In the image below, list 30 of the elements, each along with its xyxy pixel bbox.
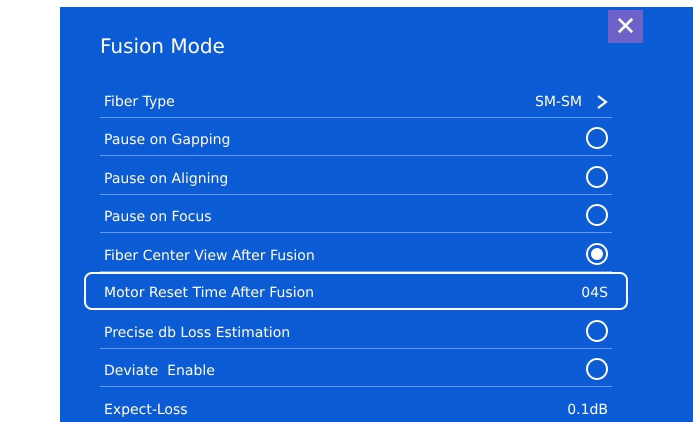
setting-label: Fiber Center View After Fusion [104,246,315,266]
radio-button[interactable] [586,242,608,264]
dialog-title: Fusion Mode [100,33,226,59]
radio-button[interactable] [586,320,608,342]
setting-label: Deviate Enable [104,362,215,381]
setting-value: SM-SM [535,92,582,112]
close-button[interactable]: ✕ [608,10,643,43]
settings-row[interactable]: Deviate Enable [100,348,612,387]
settings-row[interactable]: Fiber Type SM-SM [100,79,612,118]
settings-row[interactable]: Motor Reset Time After Fusion 04S [84,272,628,310]
settings-row[interactable]: Fiber Center View After Fusion [100,233,612,272]
chevron-right-icon [596,94,608,110]
setting-label: Pause on Focus [104,208,212,227]
radio-button[interactable] [586,127,608,149]
settings-row[interactable]: Pause on Aligning [100,156,612,194]
radio-button[interactable] [586,166,608,188]
setting-label: Expect-Loss [104,400,188,420]
settings-row[interactable]: Expect-Loss 0.1dB [100,387,612,422]
setting-value: 0.1dB [567,400,608,420]
setting-label: Pause on Gapping [104,131,230,150]
setting-label: Fiber Type [104,92,175,112]
radio-button[interactable] [586,358,608,380]
radio-button[interactable] [586,204,608,226]
setting-label: Motor Reset Time After Fusion [104,284,314,303]
setting-label: Pause on Aligning [104,170,228,188]
setting-value: 04S [581,284,608,303]
settings-row[interactable]: Pause on Gapping [100,118,612,156]
setting-label: Precise db Loss Estimation [104,324,290,342]
settings-row[interactable]: Pause on Focus [100,194,612,233]
settings-row[interactable]: Precise db Loss Estimation [100,310,612,348]
